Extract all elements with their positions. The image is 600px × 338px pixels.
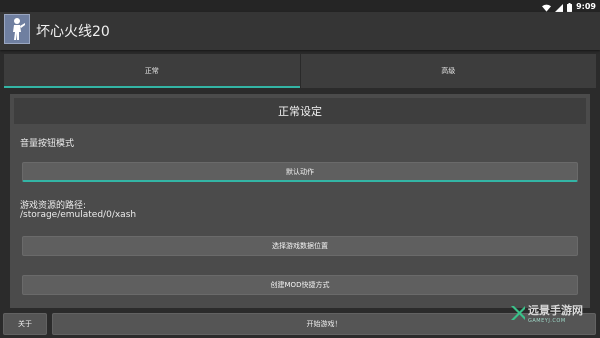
status-time: 9:09 — [576, 1, 596, 11]
app-bar: 坏心火线20 — [0, 12, 600, 50]
create-mod-shortcut-button[interactable]: 创建MOD快捷方式 — [22, 275, 578, 295]
app-title: 坏心火线20 — [36, 24, 110, 40]
about-button[interactable]: 关于 — [3, 313, 47, 335]
volume-mode-label: 音量按钮模式 — [20, 139, 75, 149]
watermark: 远景手游网 GAMEYJ.COM — [508, 300, 600, 336]
select-data-button[interactable]: 选择游戏数据位置 — [22, 236, 578, 256]
tab-advanced[interactable]: 高级 — [299, 54, 597, 88]
watermark-text: 远景手游网 — [528, 304, 583, 317]
tab-normal[interactable]: 正常 — [4, 54, 300, 88]
tab-bar: 正常 高级 — [4, 54, 596, 88]
settings-panel: 正常设定 音量按钮模式 默认动作 游戏资源的路径: /storage/emula… — [10, 94, 590, 308]
tab-label: 正常 — [144, 67, 159, 75]
watermark-logo-icon — [510, 304, 526, 326]
tab-label: 高级 — [441, 67, 456, 75]
status-bar: 9:09 — [0, 0, 600, 12]
app-logo-icon — [4, 14, 30, 44]
section-title: 正常设定 — [14, 98, 586, 124]
watermark-subtext: GAMEYJ.COM — [528, 318, 566, 324]
status-indicators: 9:09 — [542, 0, 596, 12]
path-value: /storage/emulated/0/xash — [20, 210, 137, 220]
volume-mode-button[interactable]: 默认动作 — [22, 162, 578, 182]
